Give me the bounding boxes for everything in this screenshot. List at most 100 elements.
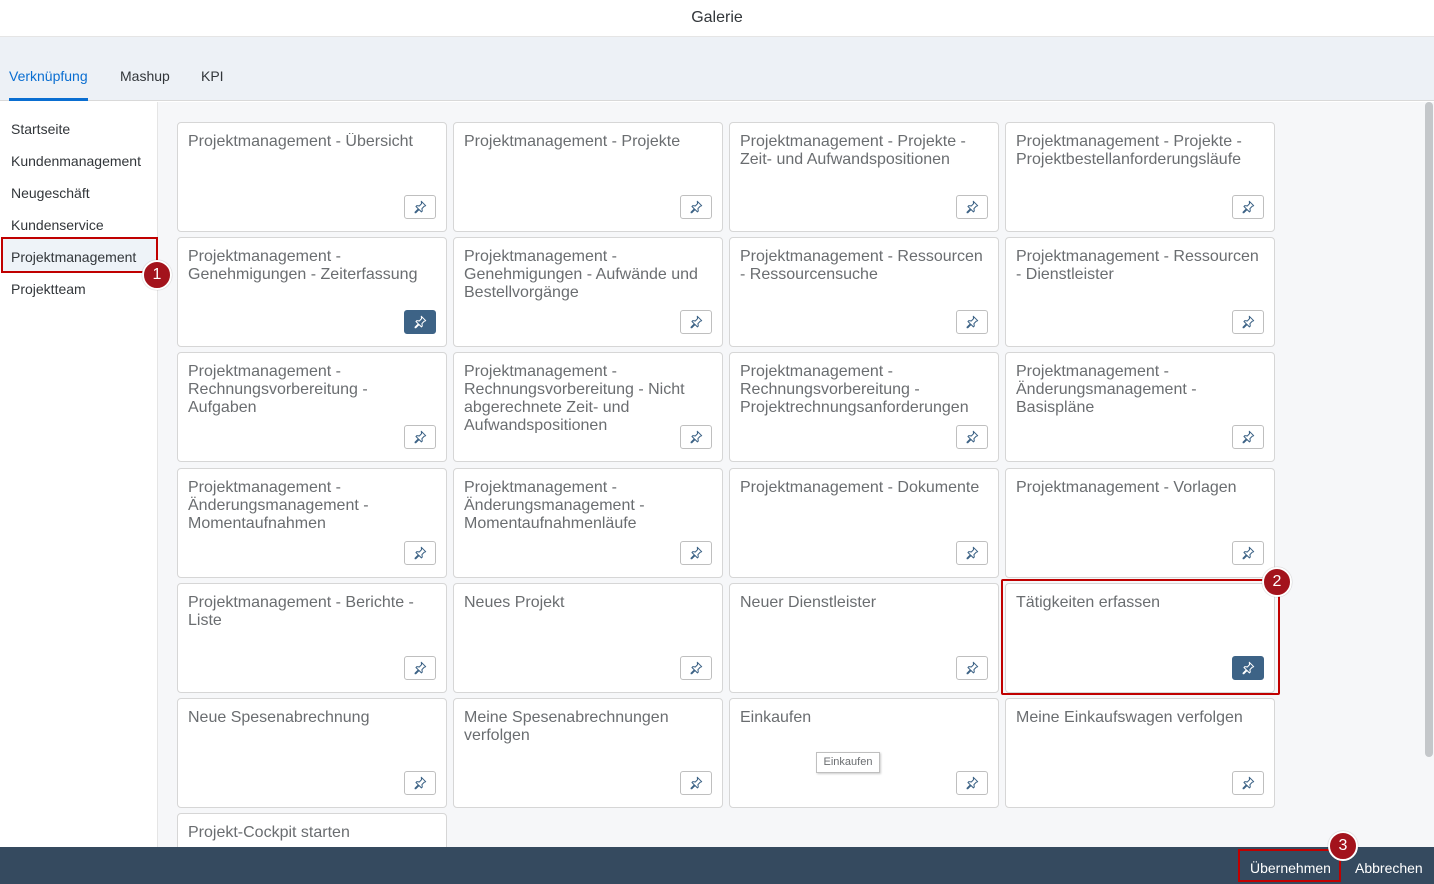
category-sidebar: Startseite Kundenmanagement Neugeschäft … <box>0 102 158 847</box>
pin-button[interactable] <box>1232 541 1264 565</box>
gallery-tile[interactable]: Projektmanagement - Übersicht <box>177 122 447 232</box>
cancel-button[interactable]: Abbrechen <box>1355 847 1423 884</box>
pin-icon <box>965 430 979 444</box>
pin-button[interactable] <box>680 195 712 219</box>
pin-button[interactable] <box>1232 771 1264 795</box>
pin-button[interactable] <box>956 195 988 219</box>
pin-button[interactable] <box>956 541 988 565</box>
gallery-tile[interactable]: Projektmanagement - Dokumente <box>729 468 999 578</box>
sidebar-item-neugeschaeft[interactable]: Neugeschäft <box>11 185 90 201</box>
sidebar-item-kundenservice[interactable]: Kundenservice <box>11 217 104 233</box>
scroll-thumb[interactable] <box>1425 102 1433 757</box>
tab-kpi[interactable]: KPI <box>201 68 224 84</box>
tile-title: Projektmanagement - Änderungsmanagement … <box>188 479 369 532</box>
gallery-tile[interactable]: Projektmanagement - Genehmigungen - Zeit… <box>177 237 447 347</box>
pin-icon <box>1241 315 1255 329</box>
dialog-title: Galerie <box>0 0 1434 37</box>
gallery-tile[interactable]: Projektmanagement - Genehmigungen - Aufw… <box>453 237 723 347</box>
pin-button[interactable] <box>404 771 436 795</box>
gallery-tile[interactable]: Projektmanagement - Änderungsmanagement … <box>453 468 723 578</box>
vertical-scrollbar[interactable] <box>1424 102 1434 847</box>
gallery-tile[interactable]: Projektmanagement - Ressourcen - Dienstl… <box>1005 237 1275 347</box>
tile-title: Projektmanagement - Projekte - Projektbe… <box>1016 133 1242 168</box>
gallery-tile[interactable]: Projektmanagement - Änderungsmanagement … <box>177 468 447 578</box>
gallery-tile[interactable]: Projektmanagement - Änderungsmanagement … <box>1005 352 1275 462</box>
gallery-tile[interactable]: Meine Einkaufswagen verfolgen <box>1005 698 1275 808</box>
pin-button[interactable] <box>1232 195 1264 219</box>
tile-title: Projektmanagement - Projekte <box>464 133 681 150</box>
pin-button[interactable] <box>404 310 436 334</box>
tile-title: Projektmanagement - Ressourcen - Dienstl… <box>1016 248 1259 283</box>
pin-button[interactable] <box>680 310 712 334</box>
sidebar-item-projektteam[interactable]: Projektteam <box>11 281 86 297</box>
callout-badge-2: 2 <box>1262 567 1292 597</box>
gallery-tile[interactable]: Projektmanagement - Vorlagen <box>1005 468 1275 578</box>
sidebar-item-projektmanagement[interactable]: Projektmanagement <box>11 249 136 265</box>
tile-title: Projektmanagement - Änderungsmanagement … <box>1016 363 1197 416</box>
tab-bar: Verknüpfung Mashup KPI <box>0 37 1434 101</box>
pin-icon <box>689 546 703 560</box>
tile-title: Meine Einkaufswagen verfolgen <box>1016 709 1243 726</box>
callout-badge-3: 3 <box>1328 831 1358 861</box>
gallery-tile[interactable]: Projektmanagement - Projekte - Zeit- und… <box>729 122 999 232</box>
sidebar-item-kundenmanagement[interactable]: Kundenmanagement <box>11 153 141 169</box>
pin-button[interactable] <box>1232 310 1264 334</box>
gallery-tile[interactable]: Projektmanagement - Rechnungsvorbereitun… <box>453 352 723 462</box>
tile-gallery: Projektmanagement - Übersicht Projektmana… <box>158 102 1424 847</box>
tab-mashup[interactable]: Mashup <box>120 68 170 84</box>
pin-icon <box>413 546 427 560</box>
pin-icon <box>689 661 703 675</box>
pin-button[interactable] <box>680 771 712 795</box>
tooltip: Einkaufen <box>816 752 880 773</box>
pin-icon <box>965 200 979 214</box>
pin-button[interactable] <box>956 310 988 334</box>
pin-button[interactable] <box>956 425 988 449</box>
gallery-tile[interactable]: Projektmanagement - Projekte - Projektbe… <box>1005 122 1275 232</box>
tile-title: Meine Spesenabrechnungen verfolgen <box>464 709 669 744</box>
pin-button[interactable] <box>404 541 436 565</box>
pin-icon <box>413 661 427 675</box>
gallery-tile[interactable]: Meine Spesenabrechnungen verfolgen <box>453 698 723 808</box>
pin-icon <box>965 776 979 790</box>
tile-title: Projektmanagement - Rechnungsvorbereitun… <box>464 363 685 433</box>
pin-icon <box>413 776 427 790</box>
tile-title: Projektmanagement - Änderungsmanagement … <box>464 479 645 532</box>
dialog-footer: Übernehmen Abbrechen <box>0 847 1434 884</box>
gallery-tile[interactable]: Neue Spesenabrechnung <box>177 698 447 808</box>
tile-title: Projektmanagement - Übersicht <box>188 133 413 150</box>
pin-button[interactable] <box>680 541 712 565</box>
pin-icon <box>413 430 427 444</box>
tile-title: Projektmanagement - Projekte - Zeit- und… <box>740 133 966 168</box>
pin-button[interactable] <box>680 656 712 680</box>
callout-badge-1: 1 <box>142 260 172 290</box>
gallery-tile[interactable]: Neuer Dienstleister <box>729 583 999 693</box>
pin-button[interactable] <box>956 656 988 680</box>
pin-button[interactable] <box>404 656 436 680</box>
pin-icon <box>689 200 703 214</box>
gallery-tile[interactable]: Projektmanagement - Rechnungsvorbereitun… <box>729 352 999 462</box>
pin-icon <box>689 315 703 329</box>
pin-button[interactable] <box>1232 425 1264 449</box>
pin-icon <box>1241 430 1255 444</box>
pin-button[interactable] <box>956 771 988 795</box>
pin-icon <box>413 200 427 214</box>
gallery-tile[interactable]: Projektmanagement - Berichte - Liste <box>177 583 447 693</box>
pin-button[interactable] <box>404 425 436 449</box>
apply-button-highlight <box>1238 849 1341 882</box>
tile-title: Projektmanagement - Rechnungsvorbereitun… <box>740 363 969 416</box>
pin-button[interactable] <box>404 195 436 219</box>
pin-button[interactable] <box>680 425 712 449</box>
tile-title: Projektmanagement - Rechnungsvorbereitun… <box>188 363 368 416</box>
tile-title: Projektmanagement - Genehmigungen - Zeit… <box>188 248 418 283</box>
gallery-tile[interactable]: Projektmanagement - Projekte <box>453 122 723 232</box>
gallery-tile[interactable]: Projektmanagement - Ressourcen - Ressour… <box>729 237 999 347</box>
tab-verknuepfung[interactable]: Verknüpfung <box>9 68 88 84</box>
pin-icon <box>965 315 979 329</box>
gallery-tile[interactable]: Projektmanagement - Rechnungsvorbereitun… <box>177 352 447 462</box>
pin-icon <box>1241 776 1255 790</box>
gallery-tile[interactable]: Projekt-Cockpit starten <box>177 813 447 847</box>
gallery-tile[interactable]: Neues Projekt <box>453 583 723 693</box>
pin-icon <box>1241 200 1255 214</box>
sidebar-item-startseite[interactable]: Startseite <box>11 121 70 137</box>
tile-title: Projektmanagement - Vorlagen <box>1016 479 1237 496</box>
